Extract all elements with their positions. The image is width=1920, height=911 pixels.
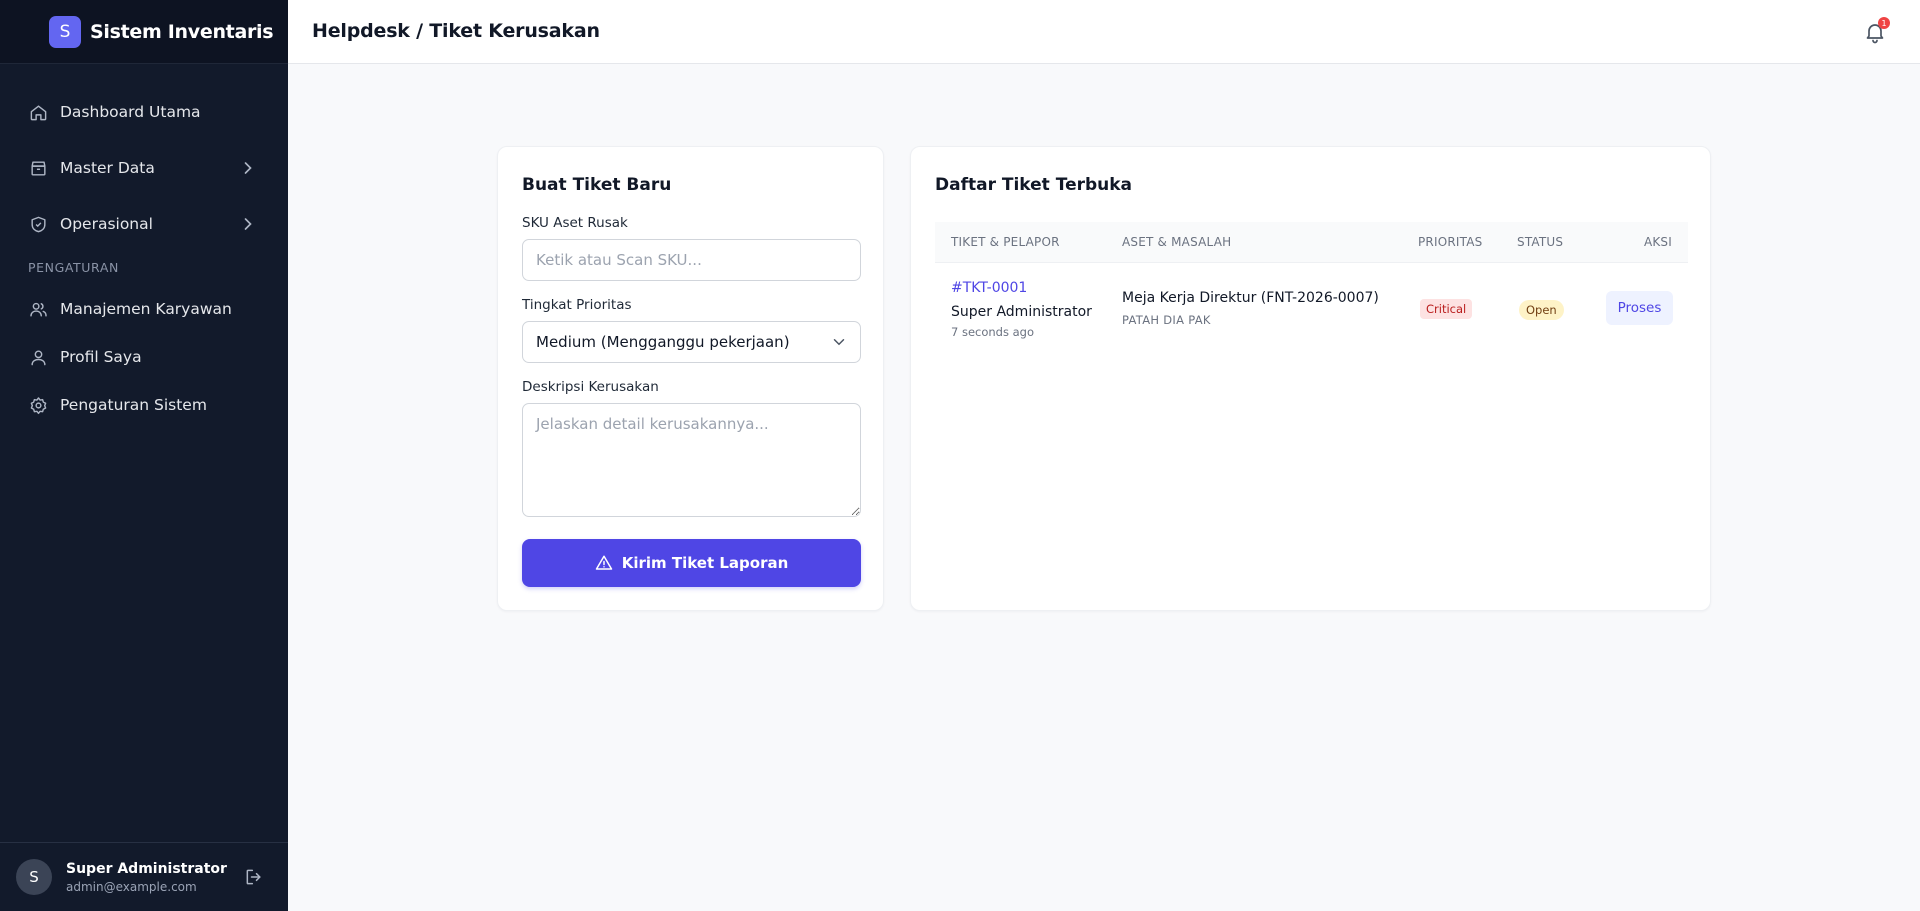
app-name: Sistem Inventaris (90, 20, 274, 43)
notification-badge: 1 (1878, 17, 1890, 29)
new-ticket-card: Buat Tiket Baru SKU Aset Rusak Tingkat P… (497, 146, 884, 611)
sidebar-item-operasional[interactable]: Operasional (0, 204, 288, 244)
ticket-problem: PATAH DIA PAK (1122, 313, 1211, 327)
avatar: S (16, 859, 52, 895)
sidebar-item-label: Manajemen Karyawan (60, 300, 232, 318)
user-panel: S Super Administrator admin@example.com (0, 842, 288, 911)
col-header-action: AKSI (1643, 235, 1672, 249)
status-badge: Open (1519, 300, 1564, 320)
top-header: Helpdesk / Tiket Kerusakan 1 (288, 0, 1920, 64)
form-title: Buat Tiket Baru (522, 175, 672, 195)
brand[interactable]: S Sistem Inventaris (0, 0, 288, 64)
sku-input[interactable] (522, 239, 861, 281)
description-label: Deskripsi Kerusakan (522, 379, 659, 395)
col-header-ticket: TIKET & PELAPOR (951, 235, 1060, 249)
ticket-reporter: Super Administrator (951, 304, 1092, 320)
user-icon (28, 347, 48, 367)
users-icon (28, 299, 48, 319)
table-header: TIKET & PELAPOR ASET & MASALAH PRIORITAS… (935, 222, 1688, 263)
sidebar-item-label: Dashboard Utama (60, 103, 201, 121)
sidebar-item-dashboard[interactable]: Dashboard Utama (0, 92, 288, 132)
ticket-id-link[interactable]: #TKT-0001 (951, 280, 1027, 296)
user-name: Super Administrator (66, 860, 227, 877)
description-textarea[interactable] (522, 403, 861, 517)
archive-icon (28, 158, 48, 178)
warning-triangle-icon (595, 554, 613, 572)
tickets-table: TIKET & PELAPOR ASET & MASALAH PRIORITAS… (935, 222, 1688, 357)
sidebar-item-pengaturan-sistem[interactable]: Pengaturan Sistem (0, 385, 288, 425)
open-tickets-card: Daftar Tiket Terbuka TIKET & PELAPOR ASE… (910, 146, 1711, 611)
user-email: admin@example.com (66, 879, 197, 894)
sidebar-item-master-data[interactable]: Master Data (0, 148, 288, 188)
chevron-right-icon (238, 214, 258, 234)
sidebar-item-label: Operasional (60, 215, 153, 233)
priority-selected-value: Medium (Mengganggu pekerjaan) (536, 333, 790, 351)
sidebar-item-label: Profil Saya (60, 348, 142, 366)
brand-logo: S (49, 15, 81, 48)
table-row: #TKT-0001 Super Administrator 7 seconds … (935, 263, 1688, 357)
col-header-asset: ASET & MASALAH (1122, 235, 1232, 249)
shield-check-icon (28, 214, 48, 234)
sidebar: S Sistem Inventaris Dashboard Utama Mast… (0, 0, 288, 911)
sidebar-item-manajemen-karyawan[interactable]: Manajemen Karyawan (0, 289, 288, 329)
sidebar-item-profil-saya[interactable]: Profil Saya (0, 337, 288, 377)
ticket-asset: Meja Kerja Direktur (FNT-2026-0007) (1122, 290, 1379, 306)
user-info: Super Administrator admin@example.com (66, 861, 227, 894)
submit-label: Kirim Tiket Laporan (621, 554, 789, 572)
priority-badge: Critical (1420, 299, 1473, 319)
priority-select[interactable]: Medium (Mengganggu pekerjaan) (522, 321, 861, 363)
home-icon (28, 102, 48, 122)
main-nav: Dashboard Utama Master Data Operasional … (0, 64, 288, 425)
priority-label: Tingkat Prioritas (522, 297, 632, 313)
process-button[interactable]: Proses (1606, 291, 1673, 325)
submit-ticket-button[interactable]: Kirim Tiket Laporan (522, 539, 861, 587)
chevron-down-icon (830, 333, 848, 351)
col-header-status: STATUS (1517, 235, 1564, 249)
settings-nav: Manajemen Karyawan Profil Saya Pengatura… (0, 289, 288, 425)
page-title: Helpdesk / Tiket Kerusakan (312, 20, 600, 42)
gear-icon (28, 395, 48, 415)
sidebar-item-label: Master Data (60, 159, 155, 177)
nav-section-label: PENGATURAN (28, 260, 119, 275)
sidebar-item-label: Pengaturan Sistem (60, 396, 207, 414)
col-header-priority: PRIORITAS (1418, 235, 1483, 249)
logout-icon[interactable] (244, 867, 264, 887)
chevron-right-icon (238, 158, 258, 178)
list-title: Daftar Tiket Terbuka (935, 175, 1133, 195)
ticket-time: 7 seconds ago (951, 325, 1035, 339)
sku-label: SKU Aset Rusak (522, 215, 628, 231)
